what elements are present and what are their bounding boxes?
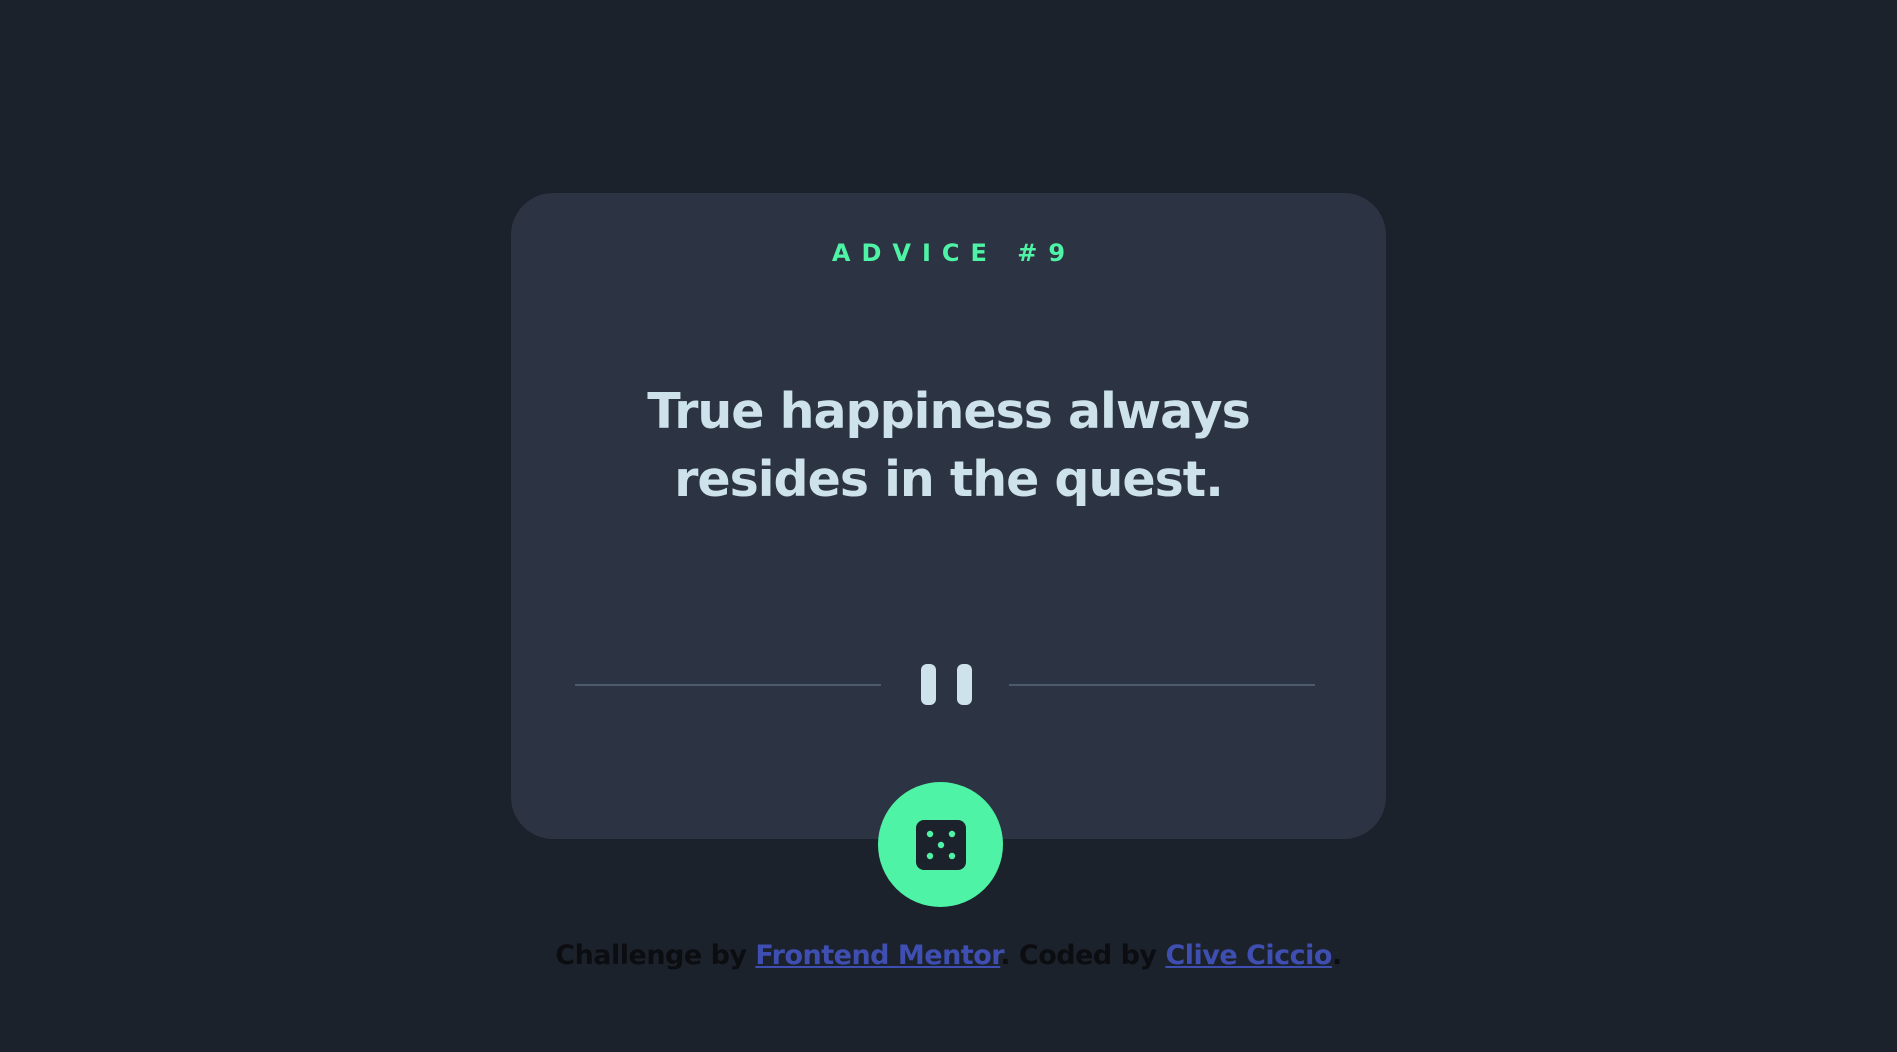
new-advice-button[interactable] bbox=[878, 782, 1003, 907]
footer-middle: . Coded by bbox=[1000, 940, 1166, 971]
attribution-footer: Challenge by Frontend Mentor. Coded by C… bbox=[0, 940, 1897, 971]
footer-prefix: Challenge by bbox=[555, 940, 756, 971]
footer-suffix: . bbox=[1331, 940, 1342, 971]
dice-icon bbox=[916, 820, 966, 870]
pattern-divider bbox=[575, 663, 1315, 707]
frontend-mentor-link[interactable]: Frontend Mentor bbox=[755, 940, 1000, 971]
divider-line-right bbox=[1009, 684, 1315, 686]
advice-id-label: ADVICE #9 bbox=[831, 239, 1077, 267]
advice-quote: True happiness always resides in the que… bbox=[647, 383, 1251, 508]
pause-icon bbox=[921, 663, 972, 707]
author-link[interactable]: Clive Ciccio bbox=[1165, 940, 1332, 971]
page: ADVICE #9 True happiness always resides … bbox=[0, 0, 1897, 1052]
divider-line-left bbox=[575, 684, 881, 686]
advice-card: ADVICE #9 True happiness always resides … bbox=[511, 193, 1386, 839]
